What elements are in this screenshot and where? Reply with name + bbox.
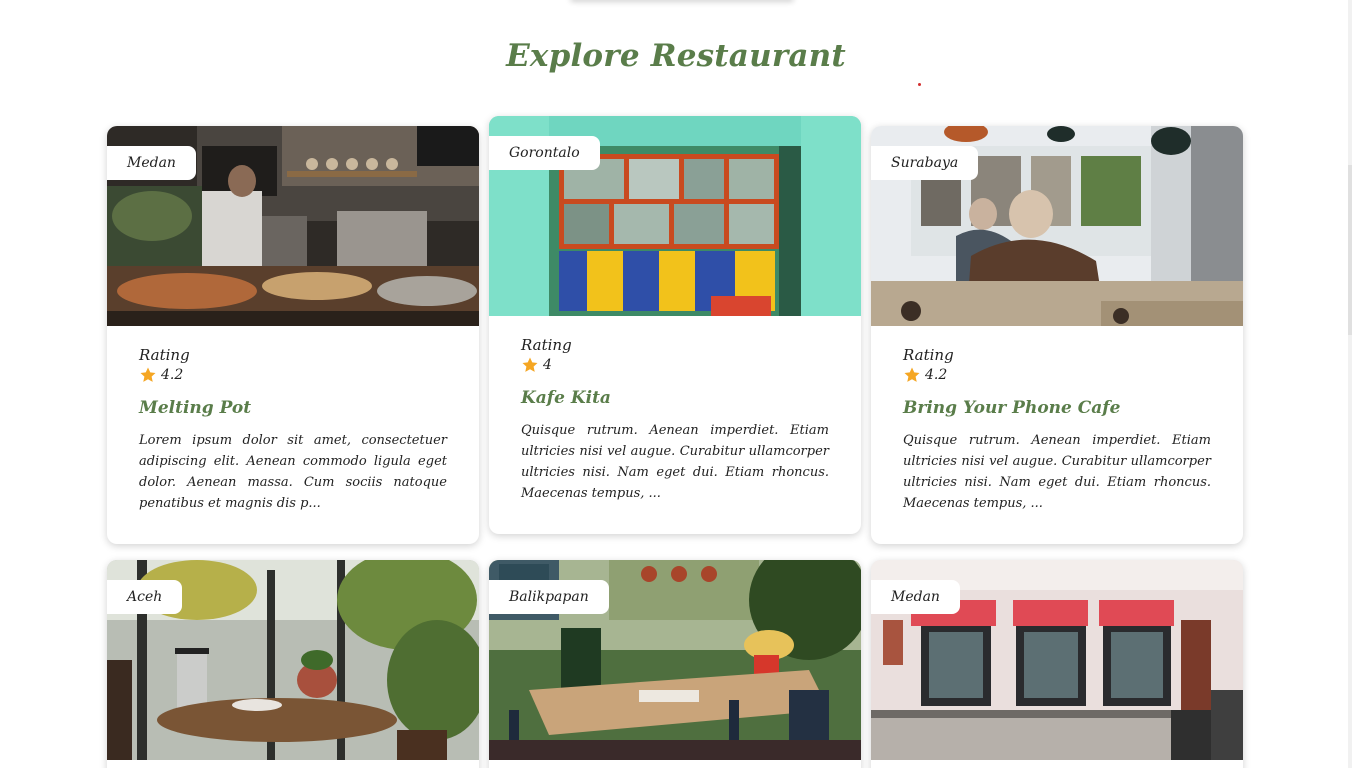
restaurant-image: Gorontalo [489, 116, 861, 316]
rating-value: 4 [543, 357, 552, 373]
scrollbar-thumb[interactable] [1348, 165, 1352, 335]
rating-row: 4 [521, 356, 829, 374]
rating-row: 4.2 [903, 366, 1211, 384]
restaurant-image: Medan [871, 560, 1243, 760]
city-tag: Medan [871, 580, 960, 614]
decorative-dot [918, 83, 921, 86]
section-title: Explore Restaurant [506, 38, 846, 74]
city-tag: Surabaya [871, 146, 979, 180]
star-icon [140, 367, 156, 382]
restaurant-image: Balikpapan [489, 560, 861, 760]
restaurant-image: Medan [107, 126, 479, 326]
restaurant-description: Lorem ipsum dolor sit amet, consectetuer… [139, 433, 447, 511]
rating-label: Rating [903, 346, 954, 364]
rating-label: Rating [139, 346, 190, 364]
restaurant-description: Quisque rutrum. Aenean imperdiet. Etiam … [521, 423, 829, 501]
restaurant-card[interactable]: Surabaya Rating 4.2 Bring Your Phone Caf… [871, 126, 1243, 544]
city-tag: Aceh [107, 580, 183, 614]
restaurant-image: Aceh [107, 560, 479, 760]
restaurant-image: Surabaya [871, 126, 1243, 326]
star-icon [904, 367, 920, 382]
restaurant-card[interactable]: Medan Rating 4.2 Melting Pot Lorem ipsum… [107, 126, 479, 544]
restaurant-description: Quisque rutrum. Aenean imperdiet. Etiam … [903, 433, 1211, 511]
rating-label: Rating [521, 336, 572, 354]
scrollbar-track[interactable] [1348, 0, 1352, 768]
restaurant-card[interactable]: Aceh [107, 560, 479, 768]
restaurant-card[interactable]: Gorontalo Rating 4 Kafe Kita Quisque rut… [489, 116, 861, 534]
rating-value: 4.2 [161, 367, 184, 383]
restaurant-card[interactable]: Balikpapan [489, 560, 861, 768]
city-tag: Medan [107, 146, 196, 180]
rating-row: 4.2 [139, 366, 447, 384]
star-icon [522, 357, 538, 372]
rating-value: 4.2 [925, 367, 948, 383]
city-tag: Gorontalo [489, 136, 600, 170]
city-tag: Balikpapan [489, 580, 609, 614]
restaurant-name[interactable]: Kafe Kita [521, 388, 829, 408]
restaurant-name[interactable]: Bring Your Phone Cafe [903, 398, 1211, 418]
restaurant-name[interactable]: Melting Pot [139, 398, 447, 418]
restaurant-card[interactable]: Medan [871, 560, 1243, 768]
